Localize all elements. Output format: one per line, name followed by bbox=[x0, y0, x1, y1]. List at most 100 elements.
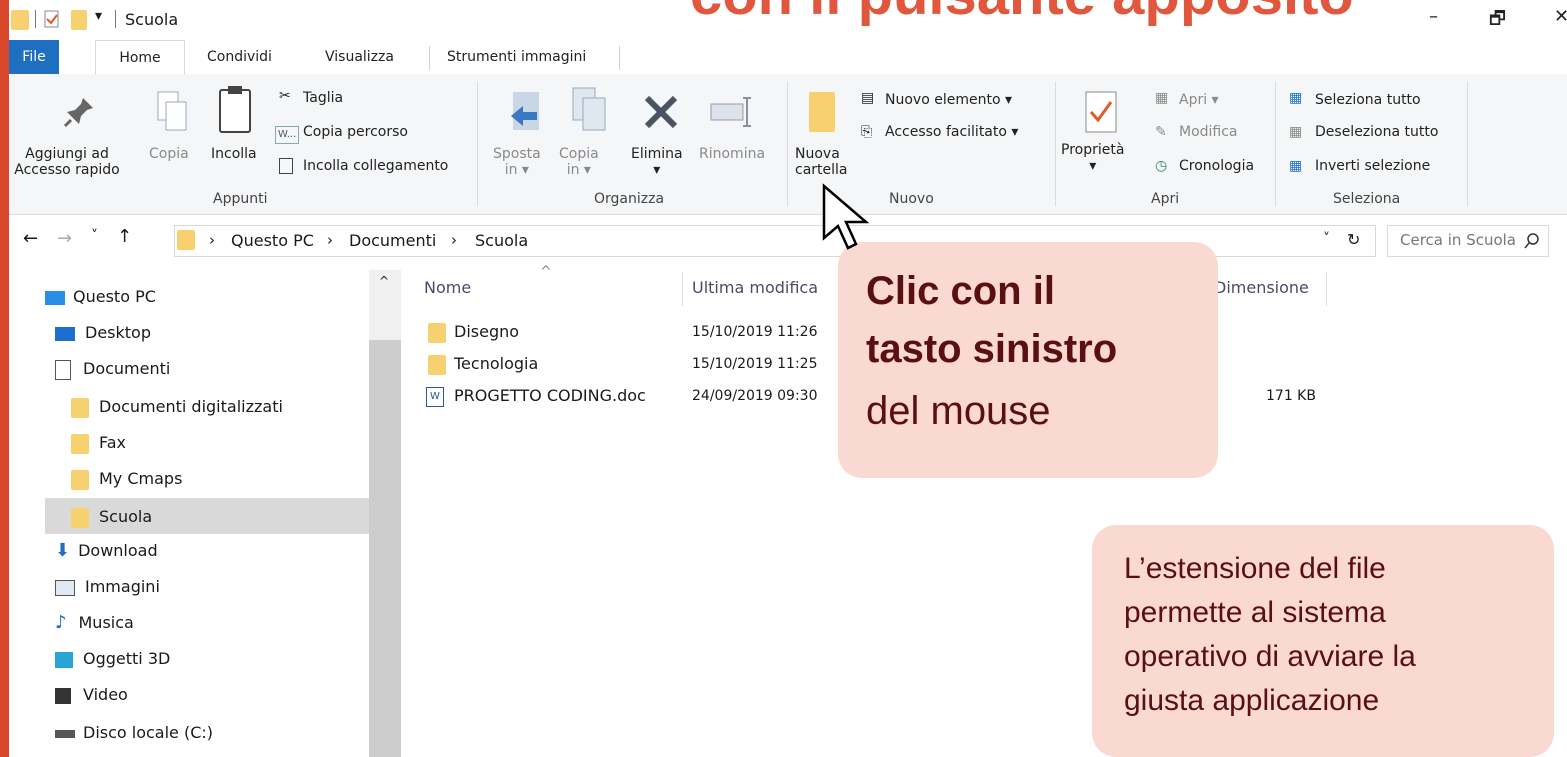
properties-icon[interactable] bbox=[43, 10, 61, 28]
nav-item-documenti[interactable]: Documenti bbox=[55, 352, 170, 386]
address-dropdown-button[interactable]: ˅ bbox=[1323, 231, 1330, 247]
nav-item-desktop[interactable]: Desktop bbox=[55, 316, 151, 350]
copy-to-button[interactable]: Copia in ▾ bbox=[559, 146, 599, 178]
new-folder-large-icon bbox=[809, 92, 835, 132]
nav-item-questo-pc[interactable]: Questo PC bbox=[45, 280, 156, 314]
navigation-pane: Questo PC Desktop Documenti Documenti di… bbox=[9, 270, 401, 757]
address-bar-row: ← → ˅ ↑ › Questo PC › Documenti › Scuola… bbox=[9, 222, 1567, 260]
rename-button[interactable]: Rinomina bbox=[699, 146, 765, 162]
scroll-thumb[interactable] bbox=[369, 340, 401, 757]
breadcrumb-documenti[interactable]: Documenti bbox=[349, 231, 436, 250]
window-title: Scuola bbox=[125, 10, 179, 29]
tab-picture-tools[interactable]: Strumenti immagini bbox=[443, 40, 590, 74]
folder-icon bbox=[71, 433, 89, 454]
forward-button[interactable]: → bbox=[57, 228, 72, 249]
recent-locations-button[interactable]: ˅ bbox=[91, 228, 98, 244]
easy-access-icon: ⎘ bbox=[861, 124, 873, 140]
delete-icon bbox=[644, 95, 678, 129]
file-size: 171 KB bbox=[1266, 388, 1316, 404]
new-item-button[interactable]: Nuovo elemento ▾ bbox=[885, 92, 1012, 108]
invert-selection-icon: ▦ bbox=[1289, 158, 1303, 174]
nav-item-musica[interactable]: ♪ Musica bbox=[55, 606, 134, 640]
group-label-open: Apri bbox=[1151, 191, 1180, 207]
tab-file[interactable]: File bbox=[9, 40, 59, 74]
new-item-icon: ▤ bbox=[861, 90, 875, 106]
nav-item-scuola[interactable]: Scuola bbox=[71, 500, 152, 534]
file-row[interactable]: Disegno bbox=[428, 322, 519, 343]
maximize-button[interactable]: 🗗 bbox=[1489, 6, 1506, 36]
video-icon bbox=[55, 687, 71, 704]
up-button[interactable]: ↑ bbox=[117, 226, 132, 247]
callout-extension-text: L’estensione del file permette al sistem… bbox=[1124, 552, 1416, 717]
nav-item-disco-locale[interactable]: Disco locale (C:) bbox=[55, 716, 213, 750]
slide-title: con il pulsante apposito bbox=[690, 0, 1354, 24]
edit-button[interactable]: Modifica bbox=[1179, 124, 1238, 140]
nav-item-video[interactable]: Video bbox=[55, 678, 128, 712]
properties-large-icon bbox=[1085, 91, 1117, 133]
nav-item-oggetti-3d[interactable]: Oggetti 3D bbox=[55, 642, 170, 676]
file-row[interactable]: Tecnologia bbox=[428, 354, 538, 375]
easy-access-button[interactable]: Accesso facilitato ▾ bbox=[885, 124, 1018, 140]
nav-item-my-cmaps[interactable]: My Cmaps bbox=[71, 462, 182, 496]
deselect-all-icon: ▦ bbox=[1289, 124, 1303, 140]
select-all-button[interactable]: Seleziona tutto bbox=[1315, 92, 1421, 108]
breadcrumb-scuola[interactable]: Scuola bbox=[475, 231, 528, 250]
nav-item-immagini[interactable]: Immagini bbox=[55, 570, 160, 604]
invert-selection-button[interactable]: Inverti selezione bbox=[1315, 158, 1430, 174]
nav-item-fax[interactable]: Fax bbox=[71, 426, 126, 460]
column-header-name[interactable]: Nome bbox=[424, 278, 471, 297]
slide-accent-bar bbox=[0, 0, 9, 757]
group-label-select: Seleziona bbox=[1333, 191, 1401, 207]
customize-quick-access-icon[interactable]: ▾ bbox=[95, 8, 102, 24]
column-header-modified[interactable]: Ultima modifica bbox=[692, 278, 818, 297]
open-button[interactable]: Apri ▾ bbox=[1179, 92, 1219, 108]
new-folder-icon[interactable] bbox=[71, 10, 87, 30]
callout-left-click: Clic con il tasto sinistro del mouse bbox=[838, 242, 1218, 478]
delete-button[interactable]: Elimina ▾ bbox=[631, 146, 683, 178]
search-input[interactable]: Cerca in Scuola bbox=[1387, 225, 1549, 257]
new-folder-button[interactable]: Nuova cartella bbox=[795, 146, 848, 178]
file-modified: 15/10/2019 11:25 bbox=[692, 356, 818, 372]
history-button[interactable]: Cronologia bbox=[1179, 158, 1254, 174]
copy-path-icon: W... bbox=[275, 126, 300, 144]
back-button[interactable]: ← bbox=[23, 228, 38, 249]
copy-button[interactable]: Copia bbox=[149, 146, 189, 162]
cut-button[interactable]: Taglia bbox=[303, 90, 343, 106]
drive-icon bbox=[55, 729, 75, 738]
pin-quick-access-button[interactable]: Aggiungi ad Accesso rapido bbox=[9, 146, 125, 178]
callout-extension: L’estensione del file permette al sistem… bbox=[1092, 525, 1554, 757]
paste-button[interactable]: Incolla bbox=[211, 146, 257, 162]
folder-icon bbox=[71, 397, 89, 418]
desktop-icon bbox=[55, 326, 75, 341]
refresh-button[interactable]: ↻ bbox=[1347, 230, 1360, 249]
scroll-up-icon[interactable]: ^ bbox=[379, 274, 389, 288]
copy-icon bbox=[157, 91, 187, 131]
paste-shortcut-icon bbox=[279, 158, 293, 174]
word-document-icon: W bbox=[426, 386, 444, 407]
nav-item-download[interactable]: ⬇ Download bbox=[55, 534, 158, 568]
open-icon: ▦ bbox=[1155, 90, 1169, 106]
tab-share[interactable]: Condividi bbox=[203, 40, 276, 74]
sort-indicator-icon: ^ bbox=[540, 264, 552, 280]
tab-view[interactable]: Visualizza bbox=[321, 40, 398, 74]
computer-icon bbox=[45, 290, 65, 305]
clipboard-icon bbox=[219, 86, 251, 133]
minimize-button[interactable]: – bbox=[1429, 6, 1438, 27]
move-to-button[interactable]: Sposta in ▾ bbox=[493, 146, 541, 178]
paste-shortcut-button[interactable]: Incolla collegamento bbox=[303, 158, 448, 174]
breadcrumb-questo-pc[interactable]: Questo PC bbox=[231, 231, 314, 250]
close-button[interactable]: ✕ bbox=[1554, 6, 1567, 27]
pictures-icon bbox=[55, 579, 75, 596]
copy-path-button[interactable]: Copia percorso bbox=[303, 124, 408, 140]
download-arrow-icon: ⬇ bbox=[55, 540, 71, 561]
column-header-size[interactable]: Dimensione bbox=[1214, 278, 1309, 297]
properties-button[interactable]: Proprietà ▾ bbox=[1061, 142, 1124, 174]
deselect-all-button[interactable]: Deseleziona tutto bbox=[1315, 124, 1438, 140]
file-row[interactable]: W PROGETTO CODING.doc bbox=[426, 386, 646, 407]
cube-3d-icon bbox=[55, 651, 73, 668]
tab-home[interactable]: Home bbox=[95, 40, 185, 76]
copy-to-icon bbox=[572, 87, 606, 131]
nav-item-documenti-digitalizzati[interactable]: Documenti digitalizzati bbox=[71, 390, 283, 424]
callout-left-click-bold: Clic con il tasto sinistro bbox=[866, 269, 1118, 371]
nav-scrollbar[interactable]: ^ bbox=[369, 270, 401, 757]
